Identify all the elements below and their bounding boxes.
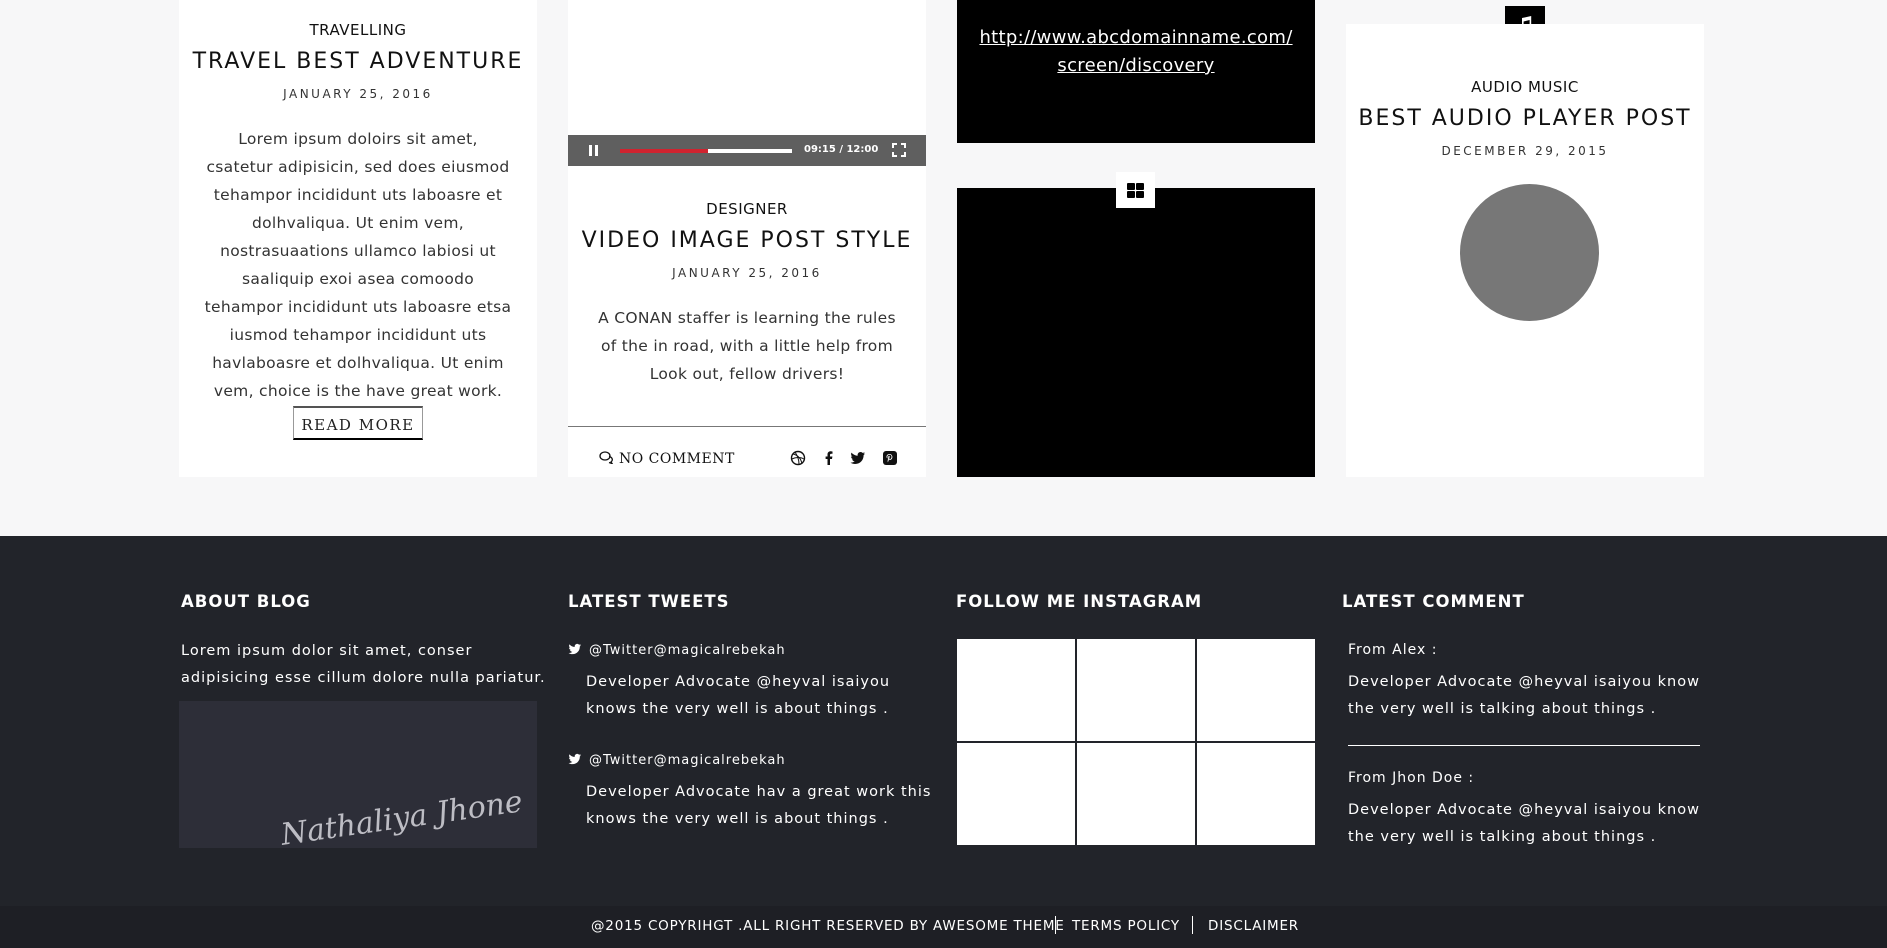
divider [1192,916,1193,934]
post-card-video: 09:15 / 12:00 DESIGNER VIDEO IMAGE POST … [568,0,926,477]
copyright-bar: @2015 COPYRIHGT .ALL RIGHT RESERVED BY A… [0,906,1887,948]
signature-text: Nathaliya Jhone [278,784,525,853]
comment-author: From Alex : [1348,642,1438,658]
pinterest-icon[interactable] [882,450,898,466]
instagram-tile[interactable] [1077,743,1195,845]
instagram-tile[interactable] [957,743,1075,845]
post-title[interactable]: BEST AUDIO PLAYER POST [1346,106,1704,131]
post-category[interactable]: AUDIO MUSIC [1346,78,1704,96]
divider [1055,916,1056,934]
tweet-text: Developer Advocate @heyval isaiyou knows… [586,674,891,717]
comment-link[interactable]: NO COMMENT [599,451,735,467]
twitter-icon[interactable] [850,450,866,466]
pause-icon[interactable] [588,145,600,156]
signature-image: Nathaliya Jhone [179,701,537,853]
instagram-tile[interactable] [1197,639,1315,741]
gallery-grid-icon [1116,172,1155,208]
post-card-gallery[interactable] [957,172,1315,477]
post-excerpt: Lorem ipsum doloirs sit amet, csatetur a… [204,130,512,400]
video-progress-bar[interactable] [620,149,792,153]
about-heading: ABOUT BLOG [181,592,311,611]
post-card-audio: AUDIO MUSIC BEST AUDIO PLAYER POST DECEM… [1346,24,1704,477]
tweets-heading: LATEST TWEETS [568,592,730,611]
video-progress-fill [620,149,708,153]
comment-author: From Jhon Doe : [1348,770,1475,786]
comments-icon [599,451,614,465]
video-controls: 09:15 / 12:00 [568,135,926,166]
tweet-handle[interactable]: @Twitter@magicalrebekah [568,643,786,658]
post-link[interactable]: http://www.abcdomainname.com/ screen/dis… [957,24,1315,80]
post-card-travel: TRAVELLING TRAVEL BEST ADVENTURE JANUARY… [179,0,537,477]
comment-text: Developer Advocate @heyval isaiyou know … [1348,802,1700,845]
read-more-button[interactable]: READ MORE [293,406,423,440]
post-title[interactable]: VIDEO IMAGE POST STYLE [568,228,926,253]
post-card-link: http://www.abcdomainname.com/ screen/dis… [957,0,1315,143]
dribbble-icon[interactable] [790,450,806,466]
comment-text: Developer Advocate @heyval isaiyou know … [1348,674,1700,717]
twitter-icon [568,753,581,765]
post-date: DECEMBER 29, 2015 [1441,144,1609,158]
twitter-icon [568,643,581,655]
post-date: JANUARY 25, 2016 [672,266,822,280]
post-excerpt: A CONAN staffer is learning the rules of… [598,309,896,383]
post-category[interactable]: TRAVELLING [179,21,537,39]
tweet-text: Developer Advocate hav a great work this… [586,784,932,827]
about-text: Lorem ipsum dolor sit amet, conser adipi… [181,643,546,686]
post-title[interactable]: TRAVEL BEST ADVENTURE [179,49,537,74]
post-date: JANUARY 25, 2016 [283,87,433,101]
instagram-grid [957,639,1315,846]
audio-cover [1460,184,1599,321]
copyright-text: @2015 COPYRIHGT .ALL RIGHT RESERVED BY A… [591,918,1065,934]
comment-label: NO COMMENT [618,451,735,467]
fullscreen-icon[interactable] [892,143,906,157]
divider [568,426,926,427]
instagram-heading: FOLLOW ME INSTAGRAM [956,592,1203,611]
disclaimer-link[interactable]: DISCLAIMER [1208,918,1299,934]
comments-heading: LATEST COMMENT [1342,592,1525,611]
post-category[interactable]: DESIGNER [568,200,926,218]
site-footer: ABOUT BLOG Lorem ipsum dolor sit amet, c… [0,536,1887,948]
divider [1348,745,1700,746]
video-time: 09:15 / 12:00 [804,144,879,155]
instagram-tile[interactable] [957,639,1075,741]
facebook-icon[interactable] [821,450,837,466]
terms-policy-link[interactable]: TERMS POLICY [1072,918,1180,934]
tweet-handle[interactable]: @Twitter@magicalrebekah [568,753,786,768]
instagram-tile[interactable] [1197,743,1315,845]
instagram-tile[interactable] [1077,639,1195,741]
